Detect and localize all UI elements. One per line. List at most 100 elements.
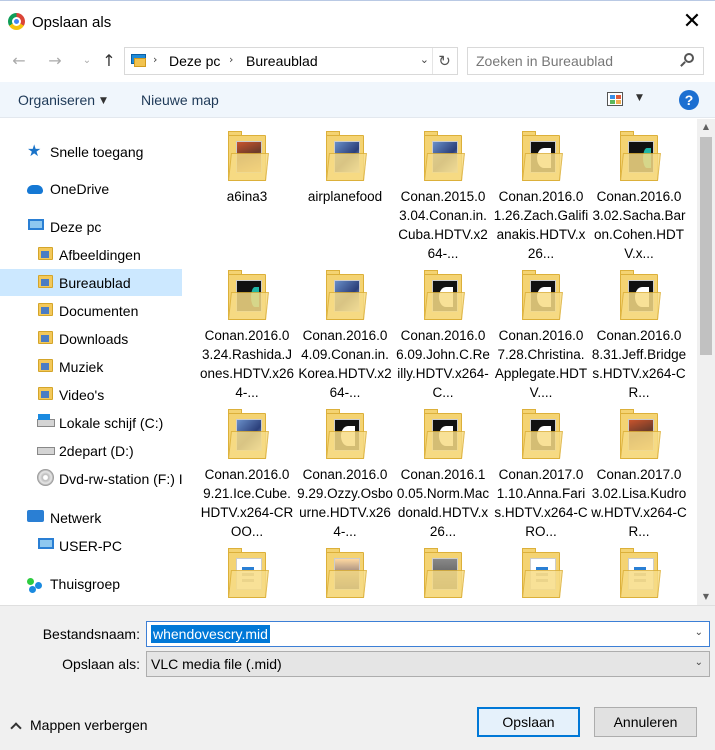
folder-name: a6ina3 (226, 189, 268, 204)
folder-item[interactable] (199, 536, 295, 605)
folder-name: Conan.2016.06.09.John.C.Reilly.HDTV.x264… (396, 328, 490, 400)
caret-down-icon[interactable]: ▼ (636, 93, 643, 103)
sidebar-item-homegroup[interactable]: Thuisgroep (0, 570, 182, 597)
folder-item[interactable]: Conan.2016.09.21.Ice.Cube.HDTV.x264-CROO… (199, 397, 295, 539)
cancel-button[interactable]: Annuleren (594, 707, 697, 737)
folder-item[interactable] (493, 536, 589, 605)
sidebar-item-label: Lokale schijf (C:) (59, 415, 164, 431)
sidebar-item-label: Bureaublad (59, 275, 131, 291)
folder-item[interactable]: Conan.2016.07.28.Christina.Applegate.HDT… (493, 258, 589, 400)
chevron-right-icon[interactable]: › (153, 53, 157, 66)
search-input[interactable]: Zoeken in Bureaublad (467, 47, 704, 75)
sidebar-item-videos[interactable]: Video's (0, 381, 182, 408)
folder-item[interactable]: Conan.2016.03.02.Sacha.Baron.Cohen.HDTV.… (591, 119, 687, 261)
folder-item[interactable]: Conan.2016.10.05.Norm.Macdonald.HDTV.x26… (395, 397, 491, 539)
back-arrow-icon[interactable]: ← (8, 50, 30, 72)
refresh-icon[interactable]: ↻ (432, 48, 456, 74)
folder-item[interactable]: airplanefood (297, 119, 393, 257)
folder-icon (228, 409, 269, 459)
downloads-folder-icon (38, 331, 53, 344)
folder-item[interactable] (297, 536, 393, 605)
folder-name: Conan.2016.09.29.Ozzy.Osbourne.HDTV.x264… (297, 467, 393, 539)
desktop-location-icon (131, 54, 147, 67)
folder-name: Conan.2016.10.05.Norm.Macdonald.HDTV.x26… (396, 467, 490, 539)
filename-value: whendovescry.mid (151, 625, 270, 643)
sidebar-item-quick-access[interactable]: ★ Snelle toegang (0, 138, 182, 165)
close-icon[interactable]: ✕ (679, 9, 705, 35)
chevron-down-icon[interactable]: ⌄ (420, 53, 429, 66)
sidebar-item-music[interactable]: Muziek (0, 353, 182, 380)
sidebar-item-local-disk-c[interactable]: Lokale schijf (C:) (0, 409, 182, 436)
title-bar: Opslaan als ✕ (0, 0, 715, 42)
desktop-folder-icon (38, 275, 53, 288)
chevron-right-icon[interactable]: › (229, 53, 233, 66)
breadcrumb-this-pc[interactable]: Deze pc (169, 53, 220, 69)
folder-icon (228, 131, 269, 181)
sidebar-item-onedrive[interactable]: OneDrive (0, 175, 182, 202)
folder-item[interactable]: Conan.2016.04.09.Conan.in.Korea.HDTV.x26… (297, 258, 393, 400)
save-button[interactable]: Opslaan (477, 707, 580, 737)
folder-icon (522, 131, 563, 181)
navigation-bar: ← → ⌄ ↑ › Deze pc › Bureaublad ⌄ ↻ Zoeke… (0, 42, 715, 80)
sidebar-item-dvd-drive-f[interactable]: Dvd-rw-station (F:) I (0, 465, 183, 492)
folder-icon (424, 131, 465, 181)
forward-arrow-icon[interactable]: → (44, 50, 66, 72)
sidebar-item-this-pc[interactable]: Deze pc (0, 213, 182, 240)
recent-locations-chevron-icon[interactable]: ⌄ (76, 50, 98, 72)
folder-name: Conan.2017.01.10.Anna.Faris.HDTV.x264-CR… (494, 467, 588, 539)
hide-folders-button[interactable]: Mappen verbergen (10, 717, 148, 734)
folder-icon (522, 548, 563, 598)
sidebar-item-user-pc[interactable]: USER-PC (0, 532, 182, 559)
folder-item[interactable]: Conan.2016.03.24.Rashida.Jones.HDTV.x264… (199, 258, 295, 400)
sidebar-item-label: Snelle toegang (50, 144, 144, 160)
sidebar-item-label: Downloads (59, 331, 129, 347)
folder-item[interactable]: Conan.2015.03.04.Conan.in.Cuba.HDTV.x264… (395, 119, 491, 261)
folder-icon (228, 548, 269, 598)
dvd-drive-icon (37, 469, 54, 486)
folder-name: airplanefood (307, 189, 383, 204)
organize-label: Organiseren (18, 92, 96, 108)
sidebar-item-documents[interactable]: Documenten (0, 297, 182, 324)
sidebar-item-pictures[interactable]: Afbeeldingen (0, 241, 182, 268)
sidebar-item-label: USER-PC (59, 538, 123, 554)
folder-item[interactable]: Conan.2017.01.10.Anna.Faris.HDTV.x264-CR… (493, 397, 589, 539)
folder-item[interactable]: a6ina3 (199, 119, 295, 257)
folder-item[interactable] (591, 536, 687, 605)
sidebar-item-label: Netwerk (50, 510, 102, 526)
filetype-label: Opslaan als: (62, 656, 140, 672)
up-arrow-icon[interactable]: ↑ (98, 50, 120, 72)
scrollbar-thumb[interactable] (700, 137, 712, 355)
computer-icon (28, 219, 44, 230)
chevron-down-icon[interactable]: ⌄ (695, 627, 703, 638)
folder-name: Conan.2016.01.26.Zach.Galifianakis.HDTV.… (493, 189, 589, 261)
breadcrumb-desktop[interactable]: Bureaublad (246, 53, 318, 69)
sidebar-item-downloads[interactable]: Downloads (0, 325, 182, 352)
help-icon[interactable]: ? (679, 90, 699, 110)
music-folder-icon (38, 359, 53, 372)
folder-name: Conan.2015.03.04.Conan.in.Cuba.HDTV.x264… (398, 189, 488, 261)
window-title: Opslaan als (32, 14, 112, 31)
vertical-scrollbar[interactable]: ▲ ▼ (697, 119, 715, 605)
folder-icon (424, 409, 465, 459)
caret-down-icon: ▼ (100, 96, 107, 107)
sidebar-item-desktop[interactable]: Bureaublad (0, 269, 182, 296)
folder-name: Conan.2016.03.24.Rashida.Jones.HDTV.x264… (199, 328, 295, 400)
address-bar[interactable]: › Deze pc › Bureaublad ⌄ ↻ (124, 47, 458, 75)
folder-item[interactable] (395, 536, 491, 605)
view-options-icon[interactable] (607, 92, 623, 106)
folder-item[interactable]: Conan.2017.03.02.Lisa.Kudrow.HDTV.x264-C… (591, 397, 687, 539)
sidebar-item-drive-d[interactable]: 2depart (D:) (0, 437, 182, 464)
folder-item[interactable]: Conan.2016.01.26.Zach.Galifianakis.HDTV.… (493, 119, 589, 261)
new-folder-button[interactable]: Nieuwe map (141, 92, 219, 108)
folder-name: Conan.2016.03.02.Sacha.Baron.Cohen.HDTV.… (592, 189, 686, 261)
sidebar-item-network[interactable]: Netwerk (0, 504, 182, 531)
hide-folders-label: Mappen verbergen (30, 717, 148, 733)
organize-menu[interactable]: Organiseren ▼ (18, 92, 107, 108)
folder-item[interactable]: Conan.2016.08.31.Jeff.Bridges.HDTV.x264-… (591, 258, 687, 400)
folder-item[interactable]: Conan.2016.09.29.Ozzy.Osbourne.HDTV.x264… (297, 397, 393, 539)
filename-input[interactable]: whendovescry.mid ⌄ (146, 621, 710, 647)
folder-item[interactable]: Conan.2016.06.09.John.C.Reilly.HDTV.x264… (395, 258, 491, 400)
scroll-up-icon[interactable]: ▲ (697, 119, 715, 135)
scroll-down-icon[interactable]: ▼ (697, 589, 715, 605)
filetype-select[interactable]: VLC media file (.mid) ⌄ (146, 651, 710, 677)
